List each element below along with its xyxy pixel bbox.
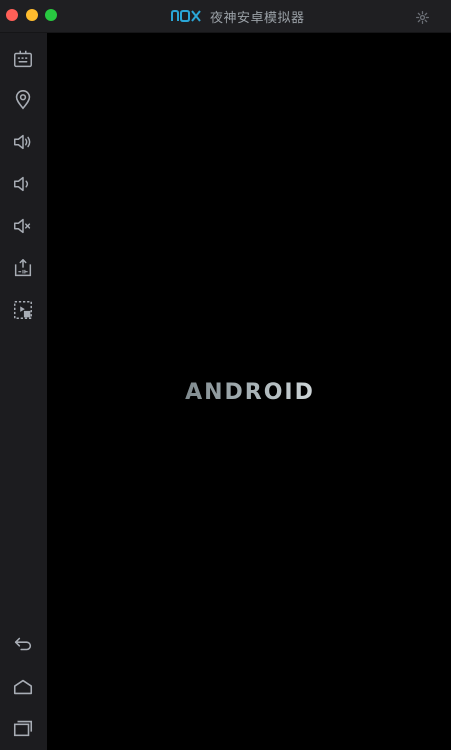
keyboard-icon: [14, 50, 32, 68]
multi-instance-icon: [14, 301, 32, 319]
mute-button[interactable]: [9, 212, 37, 240]
android-boot-logo: ANDROID: [180, 377, 320, 407]
screenshot-button[interactable]: [9, 254, 37, 282]
volume-down-icon: [14, 176, 29, 192]
volume-up-icon: [14, 134, 31, 150]
android-boot-text: ANDROID: [185, 380, 315, 405]
back-button[interactable]: [9, 630, 37, 658]
minimize-window-button[interactable]: [26, 9, 38, 21]
multi-instance-button[interactable]: [9, 296, 37, 324]
close-window-button[interactable]: [6, 9, 18, 21]
volume-mute-icon: [14, 218, 31, 234]
home-button[interactable]: [9, 673, 37, 701]
maximize-window-button[interactable]: [45, 9, 57, 21]
window-title: 夜神安卓模拟器: [210, 10, 305, 26]
home-icon: [13, 679, 33, 695]
recents-button[interactable]: [9, 714, 37, 742]
location-pin-icon: [15, 90, 31, 110]
window-title-group: 夜神安卓模拟器: [170, 6, 305, 26]
back-icon: [14, 637, 32, 651]
title-bar: 夜神安卓模拟器: [0, 0, 451, 33]
sidebar: [0, 33, 47, 750]
nox-logo-icon: [170, 9, 202, 23]
location-button[interactable]: [9, 86, 37, 114]
keyboard-button[interactable]: [9, 45, 37, 73]
volume-down-button[interactable]: [9, 170, 37, 198]
recents-icon: [13, 720, 33, 737]
screenshot-icon: [14, 259, 32, 277]
volume-up-button[interactable]: [9, 128, 37, 156]
settings-gear-icon[interactable]: [416, 9, 429, 24]
